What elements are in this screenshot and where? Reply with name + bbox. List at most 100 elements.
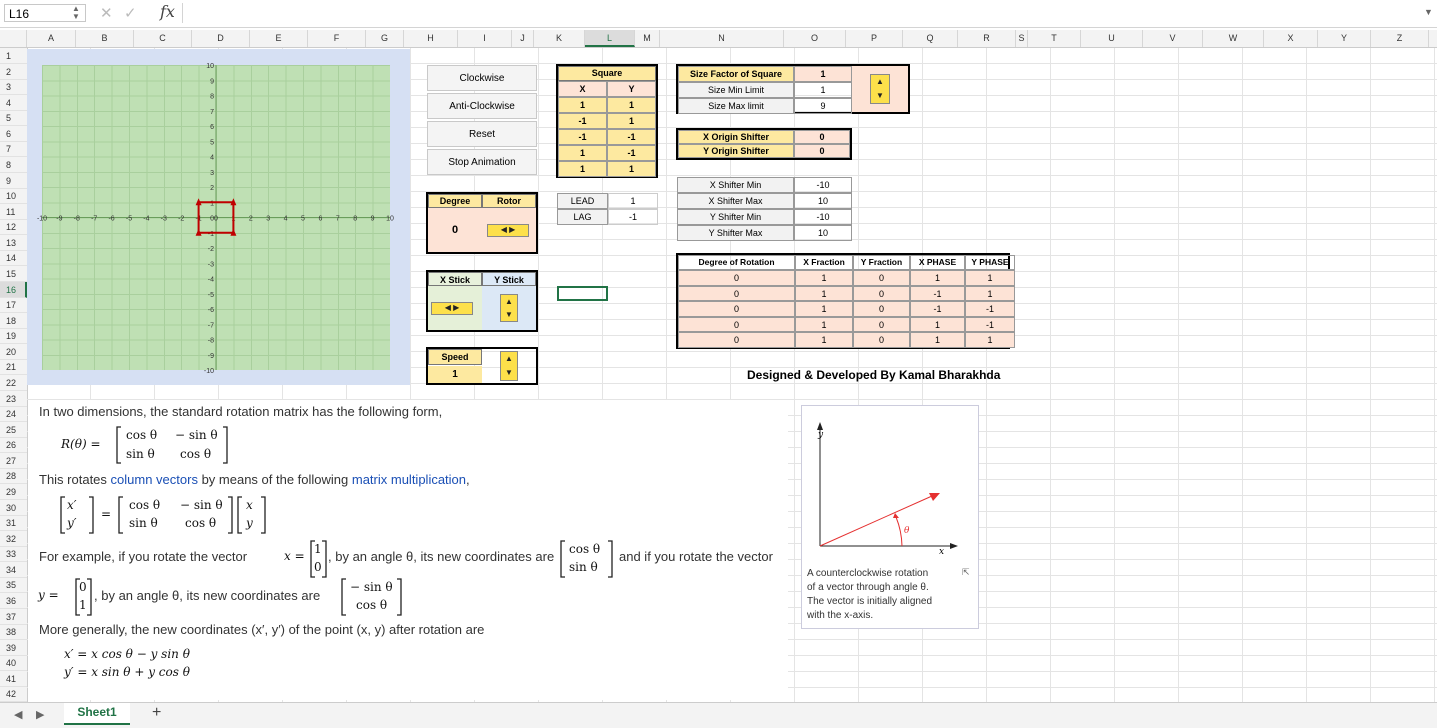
matrix-cos: cos θ [129, 498, 161, 512]
shifter-table-cell: -10 [794, 209, 852, 225]
phase-value-cell: 1 [795, 285, 853, 302]
y-tick-label: 5 [210, 139, 214, 146]
figure-x-arrowhead [950, 543, 958, 549]
phase-value-cell: -1 [965, 301, 1015, 317]
x-tick-label: -9 [56, 216, 62, 223]
phase-value-cell: 0 [678, 285, 795, 302]
column-vectors-link[interactable]: column vectors [111, 472, 198, 487]
phase-header-cell: X PHASE [910, 255, 965, 270]
example-text-2: , by an angle θ, its new coordinates are [328, 549, 555, 564]
phase-value-cell: 1 [965, 285, 1015, 302]
phase-value-cell: 0 [853, 301, 910, 317]
figure-angle-arc [895, 516, 903, 547]
sheet-tab[interactable]: Sheet1 [64, 703, 130, 725]
vec-zero: 0 [79, 580, 87, 594]
speed-label: Speed [428, 349, 482, 365]
y-tick-label: -8 [208, 338, 214, 345]
scroll-right-icon[interactable]: ▶ [36, 708, 44, 721]
origin-table-cell: 0 [794, 130, 850, 144]
square-value-cell: 1 [607, 97, 656, 113]
figure-arc-arrowhead [893, 513, 899, 518]
result-cos: cos θ [569, 542, 601, 556]
shifter-table-cell: Y Shifter Max [677, 225, 794, 241]
scroll-left-icon[interactable]: ◀ [14, 708, 22, 721]
equation-x-prime: x′ = x cos θ − y sin θ [64, 647, 190, 661]
square-value-cell: 1 [558, 97, 607, 113]
size-table-cell: Size Max limit [678, 98, 794, 114]
shifter-table-cell: X Shifter Min [677, 177, 794, 193]
credit-text: Designed & Developed By Kamal Bharakhda [747, 368, 1001, 382]
phase-value-cell: 0 [678, 332, 795, 348]
result-sin: sin θ [569, 560, 598, 574]
phase-value-cell: 1 [910, 332, 965, 348]
phase-value-cell: 0 [678, 270, 795, 286]
anticlockwise-button[interactable]: Anti-Clockwise [427, 93, 537, 119]
phase-value-cell: -1 [910, 285, 965, 302]
reset-button[interactable]: Reset [427, 121, 537, 147]
x-tick-label: 6 [318, 216, 322, 223]
matrix-cos: cos θ [126, 428, 158, 442]
x-tick-label: -7 [91, 216, 97, 223]
x-tick-label: 3 [266, 216, 270, 223]
y-tick-label: 6 [210, 124, 214, 131]
matrix-neg-sin: − sin θ [180, 498, 223, 512]
phase-value-cell: 0 [678, 316, 795, 333]
x-stick-scrollbar[interactable]: ◀ ▶ [431, 302, 473, 315]
vec-x-prime: x′ [67, 498, 77, 512]
x-tick-label: 8 [353, 216, 357, 223]
y-tick-label: 7 [210, 109, 214, 116]
square-header-cell: X [558, 81, 607, 97]
y-tick-label: -3 [208, 261, 214, 268]
equation-y-prime: y′ = x sin θ + y cos θ [64, 665, 190, 679]
square-value-cell: -1 [607, 129, 656, 145]
figure-x-label: x [939, 547, 945, 557]
stop-animation-button[interactable]: Stop Animation [427, 149, 537, 175]
add-sheet-button[interactable]: + [152, 704, 161, 722]
phase-value-cell: 1 [910, 316, 965, 333]
rotor-scrollbar[interactable]: ◀ ▶ [487, 224, 529, 237]
caption-line: with the x-axis. [807, 610, 874, 621]
figure-caption: A counterclockwise rotation of a vector … [807, 567, 967, 623]
square-title: Square [558, 66, 656, 81]
phase-value-cell: 1 [910, 270, 965, 286]
matrix-sin: sin θ [129, 516, 158, 530]
y-tick-label: 3 [210, 170, 214, 177]
y-tick-label: -4 [208, 277, 214, 284]
shifter-table-cell: 10 [794, 225, 852, 241]
square-header-cell: Y [607, 81, 656, 97]
shifter-table-cell: -10 [794, 177, 852, 193]
r-theta-label: R(θ) = [61, 437, 101, 451]
size-spinner[interactable]: ▲ ▼ [870, 74, 890, 104]
matrix-cos-2: cos θ [180, 447, 212, 461]
square-value-cell: 1 [558, 161, 607, 177]
y-tick-label: -9 [208, 353, 214, 360]
size-table-cell: Size Factor of Square [678, 66, 794, 82]
enlarge-icon[interactable]: ⇱ [962, 567, 970, 578]
phase-value-cell: 1 [965, 270, 1015, 286]
shifter-table-cell: 10 [794, 193, 852, 209]
equals-sign: = [101, 507, 112, 521]
figure-y-label: y [818, 430, 824, 440]
lag-label: LAG [557, 209, 608, 225]
x-tick-label: -6 [108, 216, 114, 223]
y-stick-scrollbar[interactable]: ▲ ▼ [500, 294, 518, 322]
phase-value-cell: 1 [965, 332, 1015, 348]
clockwise-button[interactable]: Clockwise [427, 65, 537, 91]
degree-label: Degree [428, 194, 482, 208]
square-value-cell: -1 [607, 145, 656, 161]
example-text-1: For example, if you rotate the vector [39, 549, 248, 564]
phase-value-cell: 0 [678, 301, 795, 317]
phase-header-cell: X Fraction [795, 255, 853, 270]
y-stick-label: Y Stick [482, 272, 536, 286]
x-tick-label: 0 [214, 216, 218, 223]
x-tick-label: -3 [161, 216, 167, 223]
speed-spinner[interactable]: ▲ ▼ [500, 351, 518, 381]
matrix-multiplication-link[interactable]: matrix multiplication [352, 472, 466, 487]
origin-table-cell: 0 [794, 144, 850, 158]
sheet-tab-bar: ◀ ▶ Sheet1 + [0, 702, 1437, 728]
rotor-label: Rotor [482, 194, 536, 208]
active-cell[interactable] [557, 286, 608, 301]
matrix-sin: sin θ [126, 447, 155, 461]
result-cos: cos θ [356, 598, 388, 612]
size-table-cell: 1 [794, 66, 852, 82]
